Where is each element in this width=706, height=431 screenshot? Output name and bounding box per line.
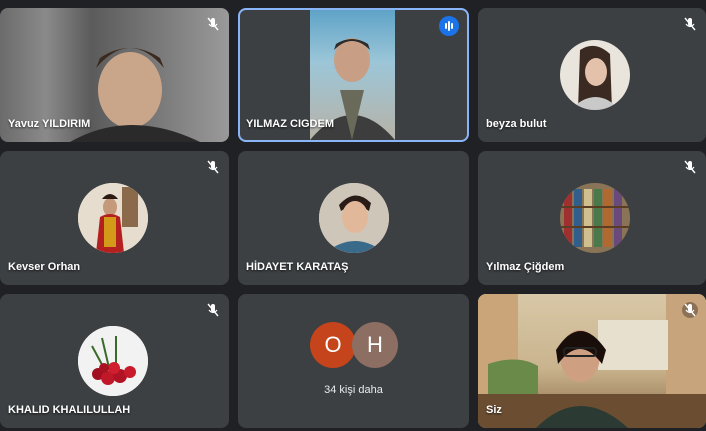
avatar-image (78, 183, 148, 253)
mic-off-icon (684, 160, 696, 174)
participant-initial-avatar: O (310, 322, 356, 368)
self-video-frame (478, 294, 706, 428)
participant-name: Yılmaz Çiğdem (486, 261, 565, 273)
participant-name: YILMAZ CIGDEM (246, 118, 334, 130)
self-view-tile[interactable]: Siz (478, 294, 706, 428)
speaking-indicator-icon (439, 16, 459, 36)
self-name-label: Siz (486, 404, 502, 416)
participant-tile-hidayet[interactable]: HİDAYET KARATAŞ (238, 151, 469, 285)
participant-initial-avatar: H (352, 322, 398, 368)
more-participants-count: 34 kişi daha (324, 384, 383, 396)
participant-name: KHALID KHALILULLAH (8, 404, 131, 416)
avatar-image (319, 183, 389, 253)
avatar (319, 183, 389, 253)
participant-tile-khalid[interactable]: KHALID KHALILULLAH (0, 294, 229, 428)
mic-off-icon (207, 17, 219, 31)
avatar (78, 326, 148, 396)
participant-name: HİDAYET KARATAŞ (246, 261, 349, 273)
more-participants-tile[interactable]: O H 34 kişi daha (238, 294, 469, 428)
participant-tile-kevser[interactable]: Kevser Orhan (0, 151, 229, 285)
mic-off-icon (684, 17, 696, 31)
participant-name: Kevser Orhan (8, 261, 81, 273)
mic-off-icon (207, 303, 219, 317)
participant-tile-yilmaz-cigdem-2[interactable]: Yılmaz Çiğdem (478, 151, 706, 285)
avatar-image (560, 183, 630, 253)
self-video (478, 294, 706, 428)
participant-tile-beyza[interactable]: beyza bulut (478, 8, 706, 142)
mic-off-icon (207, 160, 219, 174)
avatar-image (78, 326, 148, 396)
avatar-image (570, 45, 620, 110)
participant-tile-yilmaz-cigdem[interactable]: YILMAZ CIGDEM (238, 8, 469, 142)
avatar (560, 183, 630, 253)
participant-name: beyza bulut (486, 118, 547, 130)
participant-tile-yavuz[interactable]: Yavuz YILDIRIM (0, 8, 229, 142)
mic-off-icon (682, 302, 698, 318)
participant-name: Yavuz YILDIRIM (8, 118, 91, 130)
avatar (78, 183, 148, 253)
audio-bars-icon (445, 21, 453, 31)
avatar (560, 40, 630, 110)
